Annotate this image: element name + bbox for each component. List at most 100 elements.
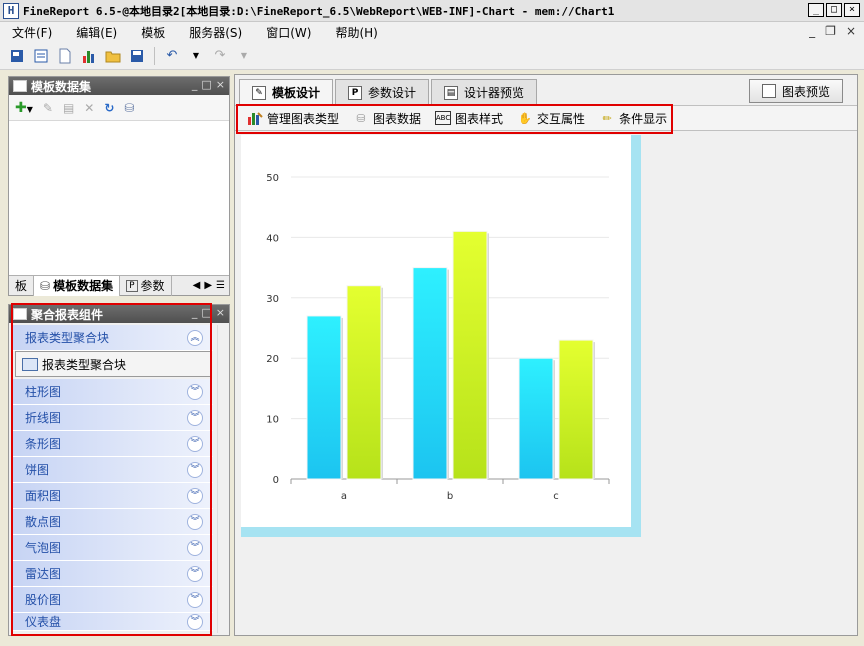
- undo-icon[interactable]: ↶: [163, 47, 181, 65]
- expand-icon[interactable]: ︾: [187, 514, 203, 530]
- tab-template-dataset[interactable]: ⛁ 模板数据集: [34, 275, 121, 296]
- x-tick-label: a: [341, 491, 347, 502]
- dataset-panel-header: 模板数据集 _ □ ×: [9, 77, 229, 95]
- preview-dataset-icon[interactable]: ▤: [63, 101, 74, 115]
- y-tick-label: 20: [266, 354, 279, 365]
- add-dataset-icon[interactable]: ✚▼: [15, 100, 33, 116]
- x-tick-label: b: [447, 491, 453, 502]
- chart-style-icon: ABC: [435, 111, 452, 125]
- minimize-button[interactable]: _: [808, 3, 824, 17]
- bar: [306, 315, 342, 480]
- chart-data-button[interactable]: ⛁ 图表数据: [353, 110, 421, 127]
- interaction-attributes-button[interactable]: ✋ 交互属性: [517, 110, 585, 127]
- chart-canvas[interactable]: 0 10 20 30 40 50 a b c: [241, 135, 631, 527]
- expand-icon[interactable]: ︾: [187, 410, 203, 426]
- tab-list-icon[interactable]: ☰: [216, 280, 225, 291]
- dataset-panel: 模板数据集 _ □ × ✚▼ ✎ ▤ ✕ ↻ ⛁ 板 ⛁ 模板数据集 P 参数 ◀ …: [8, 76, 230, 296]
- window-controls: _ □ ×: [808, 3, 860, 17]
- comp-category-radar[interactable]: 雷达图 ︾: [13, 561, 213, 587]
- design-icon: ✎: [252, 85, 266, 100]
- expand-icon[interactable]: ︾: [187, 462, 203, 478]
- bar: [346, 285, 382, 480]
- delete-dataset-icon[interactable]: ✕: [84, 101, 94, 115]
- bar: [452, 230, 488, 480]
- toolbar-separator: [154, 46, 155, 65]
- comp-category-scatter[interactable]: 散点图 ︾: [13, 509, 213, 535]
- tab-template-design[interactable]: ✎ 模板设计: [239, 79, 334, 105]
- edit-dataset-icon[interactable]: ✎: [43, 101, 53, 115]
- comp-category-pie[interactable]: 饼图 ︾: [13, 457, 213, 483]
- chart-frame: 0 10 20 30 40 50 a b c: [241, 135, 641, 537]
- panel-close-icon[interactable]: ×: [216, 306, 225, 319]
- new-report-icon[interactable]: [8, 47, 26, 65]
- menu-edit[interactable]: 编辑(E): [64, 24, 129, 41]
- comp-aggregate-block[interactable]: 报表类型聚合块: [15, 351, 211, 377]
- main-editor: ✎ 模板设计 P 参数设计 ▤ 设计器预览 图表预览 管理图表类型 ⛁ 图表数据 ABC…: [234, 74, 858, 636]
- new-chart-icon[interactable]: [80, 47, 98, 65]
- db-icon: ⛁: [40, 278, 51, 293]
- undo-dropdown-icon[interactable]: ▼: [187, 47, 205, 65]
- redo-icon[interactable]: ↷: [211, 47, 229, 65]
- refresh-icon[interactable]: ↻: [104, 101, 114, 115]
- expand-icon[interactable]: ︾: [187, 566, 203, 582]
- close-button[interactable]: ×: [844, 3, 860, 17]
- comp-category-aggregate[interactable]: 报表类型聚合块 ︽: [13, 325, 213, 351]
- panel-float-icon[interactable]: □: [201, 78, 211, 91]
- component-list: 报表类型聚合块 ︽ 报表类型聚合块 柱形图 ︾ 折线图 ︾ 条形图 ︾ 饼图 ︾ 面积图…: [13, 325, 213, 631]
- comp-category-stock[interactable]: 股价图 ︾: [13, 587, 213, 613]
- comp-category-bubble[interactable]: 气泡图 ︾: [13, 535, 213, 561]
- tab-parameters[interactable]: P 参数: [120, 275, 172, 296]
- expand-icon[interactable]: ︾: [187, 488, 203, 504]
- expand-icon[interactable]: ︾: [187, 614, 203, 630]
- mdi-close-button[interactable]: ×: [846, 24, 856, 38]
- menu-server[interactable]: 服务器(S): [177, 24, 254, 41]
- maximize-button[interactable]: □: [826, 3, 842, 17]
- panel-minimize-icon[interactable]: _: [192, 78, 198, 91]
- chart-preview-button[interactable]: 图表预览: [748, 79, 843, 103]
- new-blank-icon[interactable]: [56, 47, 74, 65]
- expand-icon[interactable]: ︾: [187, 384, 203, 400]
- menu-help[interactable]: 帮助(H): [323, 24, 389, 41]
- tab-designer-preview[interactable]: ▤ 设计器预览: [431, 79, 538, 105]
- component-panel: 聚合报表组件 _ □ × 报表类型聚合块 ︽ 报表类型聚合块 柱形图 ︾ 折线图 ︾…: [8, 304, 230, 636]
- panel-minimize-icon[interactable]: _: [192, 306, 198, 319]
- menu-file[interactable]: 文件(F): [0, 24, 64, 41]
- tab-template-partial[interactable]: 板: [9, 275, 35, 296]
- menu-template[interactable]: 模板: [129, 24, 177, 41]
- condition-icon: ✏: [602, 111, 612, 125]
- panel-float-icon[interactable]: □: [201, 306, 211, 319]
- y-tick-label: 30: [266, 294, 279, 305]
- server-dataset-icon[interactable]: ⛁: [124, 101, 134, 115]
- collapse-icon[interactable]: ︽: [187, 330, 203, 346]
- mdi-minimize-button[interactable]: _: [809, 24, 815, 38]
- panel-close-icon[interactable]: ×: [216, 78, 225, 91]
- component-scrollbar[interactable]: [217, 325, 227, 633]
- expand-icon[interactable]: ︾: [187, 540, 203, 556]
- tab-parameter-design[interactable]: P 参数设计: [335, 79, 430, 105]
- comp-category-area[interactable]: 面积图 ︾: [13, 483, 213, 509]
- open-folder-icon[interactable]: [104, 47, 122, 65]
- title-bar: H FineReport 6.5-@本地目录2[本地目录:D:\FineRepo…: [0, 0, 864, 22]
- mdi-restore-button[interactable]: ❐: [825, 24, 836, 38]
- menu-window[interactable]: 窗口(W): [254, 24, 323, 41]
- main-toolbar: ↶ ▼ ↷ ▼: [0, 42, 864, 70]
- save-icon[interactable]: [128, 47, 146, 65]
- chart-preview-icon: [761, 84, 776, 98]
- comp-category-gauge[interactable]: 仪表盘 ︾: [13, 613, 213, 631]
- tab-left-icon[interactable]: ◀: [193, 280, 201, 291]
- expand-icon[interactable]: ︾: [187, 436, 203, 452]
- condition-display-button[interactable]: ✏ 条件显示: [599, 110, 667, 127]
- block-icon: [22, 357, 38, 371]
- bar: [518, 357, 554, 480]
- parameter-icon: P: [126, 279, 138, 292]
- chart-style-button[interactable]: ABC 图表样式: [435, 110, 503, 127]
- comp-category-line[interactable]: 折线图 ︾: [13, 405, 213, 431]
- manage-chart-type-button[interactable]: 管理图表类型: [247, 110, 339, 127]
- parameter-icon: P: [348, 85, 363, 100]
- comp-category-column[interactable]: 柱形图 ︾: [13, 379, 213, 405]
- expand-icon[interactable]: ︾: [187, 592, 203, 608]
- tab-right-icon[interactable]: ▶: [204, 280, 212, 291]
- comp-category-bar[interactable]: 条形图 ︾: [13, 431, 213, 457]
- redo-dropdown-icon[interactable]: ▼: [235, 47, 253, 65]
- new-form-icon[interactable]: [32, 47, 50, 65]
